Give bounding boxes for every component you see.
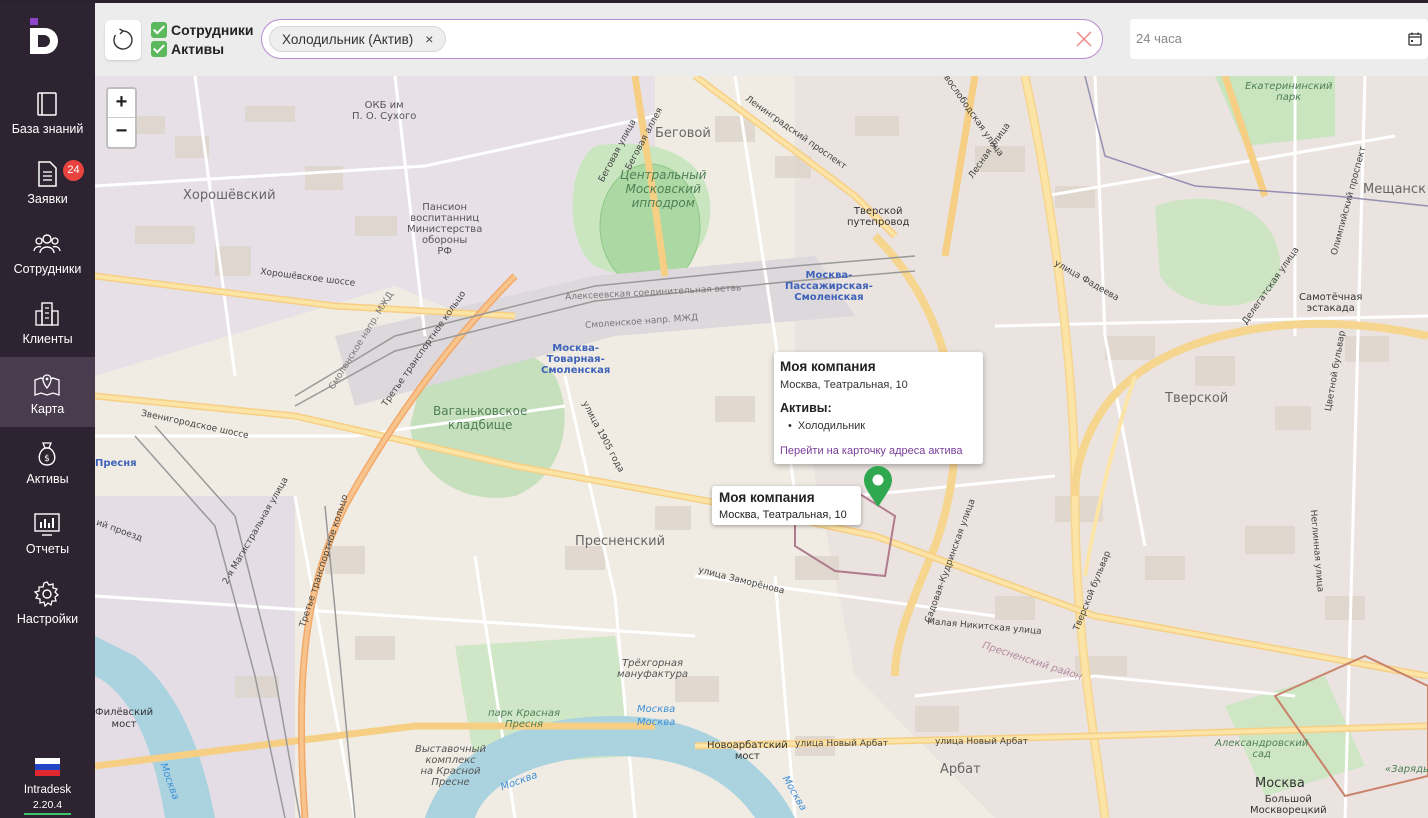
top-strip — [0, 0, 1428, 3]
refresh-icon — [113, 28, 133, 50]
map-label: Ваганьковское кладбище — [433, 404, 528, 432]
sidebar-item-tickets[interactable]: 24 Заявки — [0, 147, 95, 217]
zoom-control: + − — [106, 87, 137, 149]
chip-label: Холодильник (Актив) — [282, 31, 414, 47]
zoom-in-button[interactable]: + — [108, 89, 135, 118]
sidebar-item-label: Карта — [30, 402, 65, 416]
filter-label: Активы — [171, 40, 225, 57]
map-label: Тверской — [1165, 391, 1229, 406]
chip-remove-button[interactable]: × — [425, 31, 433, 47]
marker-tooltip: Моя компания Москва, Театральная, 10 — [712, 486, 861, 525]
sidebar-item-label: Заявки — [27, 192, 68, 206]
filter-label: Сотрудники — [171, 21, 254, 38]
map-toolbar: Сотрудники Активы Холодильник (Актив) × … — [95, 3, 1428, 76]
sidebar-item-label: Активы — [26, 472, 69, 486]
map-label: Хорошёвский — [183, 188, 276, 203]
sidebar-item-settings[interactable]: Настройки — [0, 567, 95, 637]
filter-assets-checkbox[interactable]: Активы — [151, 40, 224, 57]
map-label: «Зарядье» — [1385, 764, 1428, 775]
building-icon — [35, 302, 59, 326]
sidebar-item-label: Отчеты — [25, 542, 70, 556]
map-label: Арбат — [940, 762, 981, 777]
clear-icon[interactable] — [1075, 30, 1093, 48]
money-bag-icon: $ — [38, 442, 56, 466]
map-label: Беговой — [655, 126, 711, 141]
map-label: Александровский сад — [1215, 738, 1309, 760]
street-label: улица Новый Арбат — [935, 737, 1029, 747]
map-label: Новоарбатский мост — [707, 740, 788, 762]
ru-flag[interactable] — [35, 758, 60, 776]
map-label: Москва — [637, 704, 676, 715]
map-label: Пресненский — [575, 534, 666, 549]
map-label: Выставочный комплекс на Красной Пресне — [415, 744, 487, 788]
map-label: Москва- Товарная- Смоленская — [541, 343, 611, 376]
sidebar-item-label: Настройки — [16, 612, 79, 626]
sidebar-item-map[interactable]: Карта — [0, 357, 95, 427]
popup-assets-heading: Активы: — [780, 401, 832, 415]
map-label: Пансион воспитанниц Министерства обороны РФ — [407, 202, 483, 257]
sidebar-item-label: Сотрудники — [13, 262, 82, 276]
map-label: Москва — [1255, 776, 1305, 791]
checkbox-checked-icon — [151, 21, 167, 38]
map-label: Москва — [637, 717, 676, 728]
map-view[interactable]: ОКБ им П. О. Сухого Беговой Хорошёвский П… — [95, 76, 1428, 818]
sidebar-item-assets[interactable]: $ Активы — [0, 427, 95, 497]
book-icon — [37, 92, 57, 116]
tooltip-address: Москва, Театральная, 10 — [719, 509, 847, 521]
sidebar-item-clients[interactable]: Клиенты — [0, 287, 95, 357]
users-icon — [33, 234, 61, 254]
gear-icon — [33, 581, 60, 607]
app-name: Intradesk — [23, 784, 72, 796]
map-tiles — [95, 76, 1428, 818]
map-label: Трёхгорная мануфактура — [617, 658, 689, 680]
zoom-out-button[interactable]: − — [108, 118, 135, 147]
svg-text:$: $ — [44, 454, 50, 464]
sidebar-item-reports[interactable]: Отчеты — [0, 497, 95, 567]
sidebar-item-knowledge-base[interactable]: База знаний — [0, 77, 95, 147]
tooltip-title: Моя компания — [719, 490, 815, 505]
map-label: Тверской путепровод — [847, 206, 910, 228]
map-label: Пресня — [95, 458, 137, 469]
sidebar-item-label: Клиенты — [22, 332, 73, 346]
map-label: Мещанск — [1363, 182, 1426, 197]
map-label: Самотёчная эстакада — [1299, 292, 1363, 314]
popup-title: Моя компания — [780, 359, 876, 374]
refresh-button[interactable] — [105, 20, 141, 60]
map-pin-icon[interactable] — [863, 466, 893, 508]
period-picker[interactable]: 24 часа — [1130, 19, 1428, 59]
sidebar: База знаний 24 Заявки Сотрудники Клиенты… — [0, 0, 95, 818]
map-label: Екатерининский парк — [1245, 81, 1333, 103]
search-input[interactable]: Холодильник (Актив) × — [261, 19, 1103, 59]
asset-card-link[interactable]: Перейти на карточку адреса актива — [780, 445, 977, 457]
search-chip: Холодильник (Актив) × — [269, 26, 447, 52]
intradesk-logo[interactable] — [28, 18, 66, 54]
calendar-icon[interactable] — [1408, 32, 1422, 46]
street-label: улица Новый Арбат — [795, 739, 889, 749]
map-label: Большой Москворецкий — [1250, 794, 1327, 816]
map-label: ОКБ им П. О. Сухого — [352, 100, 417, 122]
popup-address: Москва, Театральная, 10 — [780, 379, 908, 391]
sidebar-item-employees[interactable]: Сотрудники — [0, 217, 95, 287]
app-version: 2.20.4 — [24, 799, 71, 815]
checkbox-checked-icon — [151, 40, 167, 57]
document-icon — [38, 161, 57, 187]
map-label: Москва- Пассажирская- Смоленская — [785, 270, 873, 303]
filter-employees-checkbox[interactable]: Сотрудники — [151, 21, 254, 38]
asset-popup: Моя компания Москва, Театральная, 10 Акт… — [774, 352, 983, 464]
map-label: Центральный Московский ипподром — [620, 168, 707, 210]
period-value: 24 часа — [1136, 31, 1182, 46]
map-label: Филёвский мост — [95, 707, 154, 730]
map-icon — [34, 374, 60, 396]
map-label: парк Красная Пресня — [488, 708, 560, 730]
chart-icon — [34, 513, 60, 536]
sidebar-item-label: База знаний — [11, 122, 84, 136]
popup-asset-item: Холодильник — [780, 420, 977, 432]
tickets-count-badge: 24 — [63, 160, 84, 181]
